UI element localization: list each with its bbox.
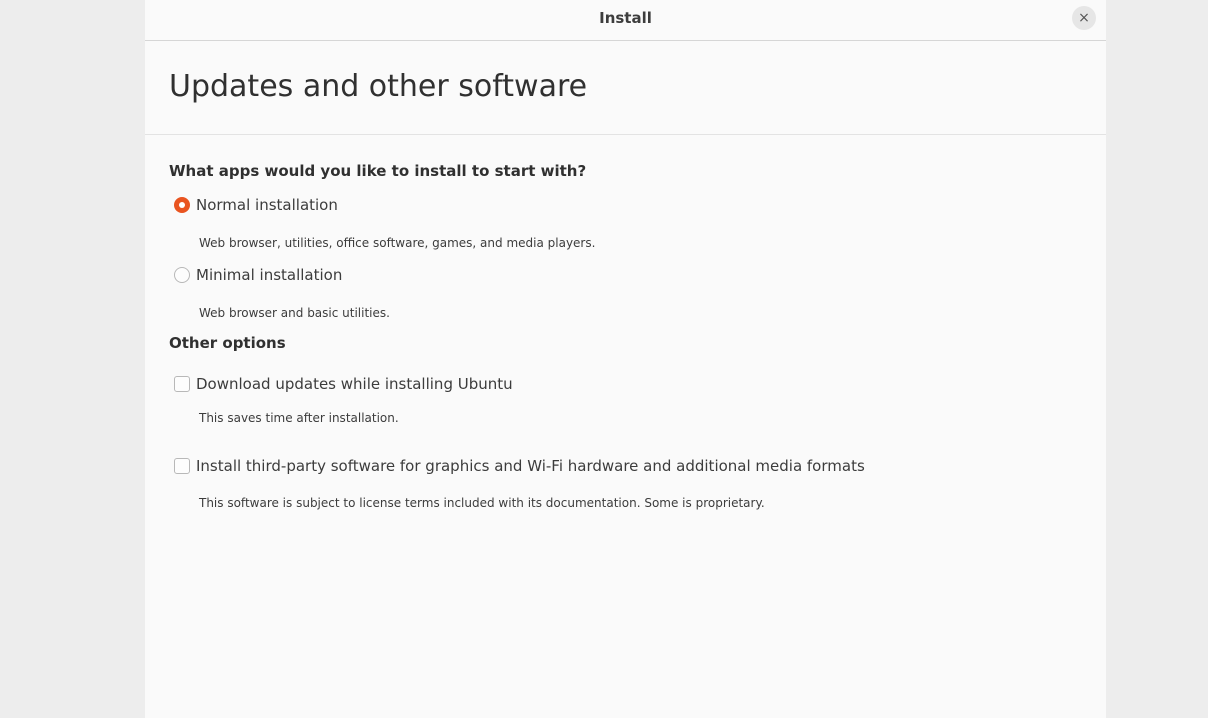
third-party-software-description: This software is subject to license term… <box>199 496 765 510</box>
normal-installation-radio[interactable]: Normal installation <box>174 196 338 214</box>
page-header: Updates and other software <box>145 41 1106 135</box>
installer-window: Install × Updates and other software Wha… <box>145 0 1106 718</box>
close-button[interactable]: × <box>1072 6 1096 30</box>
page-title: Updates and other software <box>169 69 588 104</box>
close-icon: × <box>1078 10 1090 26</box>
window-title: Install <box>599 9 652 27</box>
radio-checked-icon[interactable] <box>174 197 190 213</box>
other-options-heading: Other options <box>169 334 286 352</box>
download-updates-description: This saves time after installation. <box>199 411 399 425</box>
apps-section-heading: What apps would you like to install to s… <box>169 162 587 180</box>
checkbox-unchecked-icon[interactable] <box>174 458 190 474</box>
checkbox-unchecked-icon[interactable] <box>174 376 190 392</box>
normal-installation-description: Web browser, utilities, office software,… <box>199 236 596 250</box>
minimal-installation-label[interactable]: Minimal installation <box>196 266 342 284</box>
minimal-installation-radio[interactable]: Minimal installation <box>174 266 342 284</box>
third-party-software-checkbox[interactable]: Install third-party software for graphic… <box>174 457 865 475</box>
radio-unchecked-icon[interactable] <box>174 267 190 283</box>
minimal-installation-description: Web browser and basic utilities. <box>199 306 390 320</box>
download-updates-checkbox[interactable]: Download updates while installing Ubuntu <box>174 375 513 393</box>
title-bar[interactable]: Install × <box>145 0 1106 41</box>
third-party-software-label[interactable]: Install third-party software for graphic… <box>196 457 865 475</box>
download-updates-label[interactable]: Download updates while installing Ubuntu <box>196 375 513 393</box>
normal-installation-label[interactable]: Normal installation <box>196 196 338 214</box>
